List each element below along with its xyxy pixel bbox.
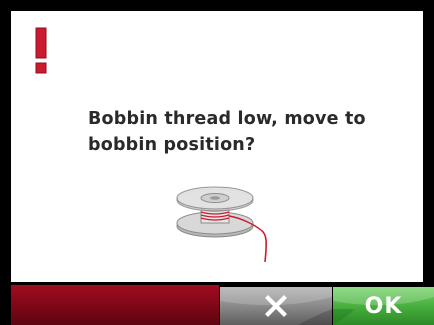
exclamation-icon — [35, 27, 47, 74]
dismiss-area — [11, 285, 219, 325]
cancel-button[interactable] — [220, 287, 332, 325]
footer-bar: OK — [0, 282, 434, 325]
ok-button[interactable]: OK — [333, 287, 434, 325]
bobbin-icon — [176, 186, 267, 262]
dialog-message: Bobbin thread low, move to bobbin positi… — [88, 109, 366, 155]
screen: Bobbin thread low, move to bobbin positi… — [0, 0, 434, 325]
dialog: Bobbin thread low, move to bobbin positi… — [11, 11, 423, 282]
close-icon — [265, 295, 287, 317]
ok-label: OK — [364, 293, 403, 319]
